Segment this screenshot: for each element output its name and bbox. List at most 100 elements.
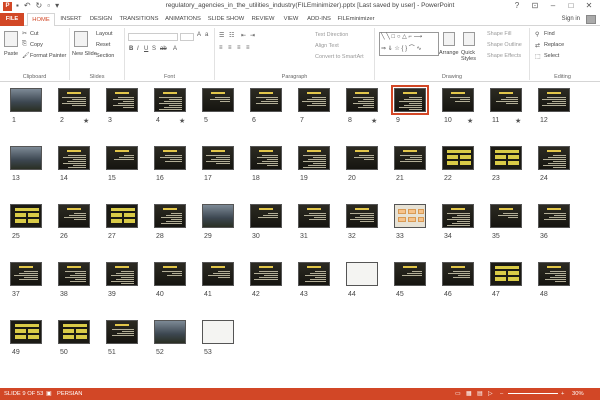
help-icon[interactable]: ? bbox=[508, 0, 526, 12]
slide-thumbnail[interactable] bbox=[106, 146, 138, 170]
font-name-field[interactable] bbox=[128, 33, 178, 41]
slide-thumbnail[interactable] bbox=[154, 320, 186, 344]
slide-thumbnail[interactable] bbox=[154, 88, 186, 112]
new-slide-button[interactable]: New Slide bbox=[72, 51, 97, 57]
slide-thumbnail[interactable] bbox=[538, 88, 570, 112]
slide-thumbnail[interactable] bbox=[490, 204, 522, 228]
quick-styles-button[interactable]: Quick Styles bbox=[461, 50, 481, 62]
slide-thumbnail[interactable] bbox=[58, 204, 90, 228]
slide-thumbnail[interactable] bbox=[442, 262, 474, 286]
bullets-icon[interactable]: ☰ bbox=[219, 32, 224, 39]
tab-slide-show[interactable]: SLIDE SHOW bbox=[206, 13, 246, 26]
justify-icon[interactable]: ≡ bbox=[246, 45, 250, 51]
tab-transitions[interactable]: TRANSITIONS bbox=[118, 13, 160, 26]
convert-smartart-button[interactable]: Convert to SmartArt bbox=[315, 54, 364, 60]
slide-thumbnail[interactable] bbox=[250, 262, 282, 286]
slide-thumbnail[interactable] bbox=[202, 204, 234, 228]
tab-design[interactable]: DESIGN bbox=[87, 13, 115, 26]
decrease-font-icon[interactable]: a bbox=[205, 32, 208, 38]
slide-thumbnail[interactable] bbox=[394, 262, 426, 286]
slide-sorter[interactable]: 1 2 ★ 3 4 ★ 5 6 7 8 ★ 9 10 ★ 11 ★ 12 13 14 15 16 17 18 19 20 21 22… bbox=[0, 82, 600, 388]
reading-view-icon[interactable]: ▤ bbox=[477, 391, 482, 397]
tab-fileminimizer[interactable]: FILEminimizer bbox=[336, 13, 376, 26]
slide-thumbnail[interactable] bbox=[298, 146, 330, 170]
maximize-icon[interactable]: □ bbox=[562, 0, 580, 12]
animation-star-icon[interactable]: ★ bbox=[371, 117, 377, 125]
strikethrough-icon[interactable]: ab bbox=[160, 46, 167, 52]
slide-thumbnail[interactable] bbox=[202, 320, 234, 344]
slide-thumbnail[interactable] bbox=[58, 88, 90, 112]
font-size-field[interactable] bbox=[180, 33, 194, 41]
ribbon-display-options-icon[interactable]: ⊡ bbox=[526, 0, 544, 12]
animation-star-icon[interactable]: ★ bbox=[467, 117, 473, 125]
language-indicator[interactable]: PERSIAN bbox=[57, 391, 82, 397]
arrange-icon[interactable] bbox=[443, 32, 455, 46]
slide-thumbnail[interactable] bbox=[442, 88, 474, 112]
redo-icon[interactable]: ↻ bbox=[36, 1, 43, 10]
font-color-icon[interactable]: A bbox=[173, 46, 177, 52]
slide-thumbnail[interactable] bbox=[394, 146, 426, 170]
replace-button[interactable]: Replace bbox=[544, 42, 564, 48]
slide-thumbnail[interactable] bbox=[154, 204, 186, 228]
slide-thumbnail[interactable] bbox=[490, 146, 522, 170]
format-painter-button[interactable]: Format Painter bbox=[30, 53, 66, 59]
tab-review[interactable]: REVIEW bbox=[249, 13, 277, 26]
avatar[interactable] bbox=[586, 15, 596, 24]
slide-thumbnail[interactable] bbox=[202, 88, 234, 112]
slide-thumbnail[interactable] bbox=[10, 146, 42, 170]
reset-button[interactable]: Reset bbox=[96, 42, 110, 48]
select-button[interactable]: Select bbox=[544, 53, 559, 59]
slide-thumbnail[interactable] bbox=[250, 88, 282, 112]
italic-icon[interactable]: I bbox=[137, 46, 139, 52]
shape-effects-button[interactable]: Shape Effects bbox=[487, 53, 521, 59]
start-slideshow-icon[interactable]: ▫ bbox=[47, 1, 50, 10]
slide-thumbnail[interactable] bbox=[538, 204, 570, 228]
customize-qat-icon[interactable]: ▾ bbox=[55, 1, 59, 10]
section-button[interactable]: Section bbox=[96, 53, 114, 59]
increase-indent-icon[interactable]: ⇥ bbox=[250, 32, 255, 39]
slide-thumbnail[interactable] bbox=[391, 85, 429, 115]
line-shape-icon[interactable]: ╲ ╲ □ ○ △ ⌐ ⟶ bbox=[381, 33, 422, 40]
slide-thumbnail[interactable] bbox=[346, 262, 378, 286]
zoom-slider[interactable] bbox=[508, 393, 558, 394]
slide-sorter-view-icon[interactable]: ▦ bbox=[466, 391, 471, 397]
shadow-icon[interactable]: S bbox=[152, 46, 156, 52]
tab-insert[interactable]: INSERT bbox=[58, 13, 84, 26]
slide-thumbnail[interactable] bbox=[250, 146, 282, 170]
slide-thumbnail[interactable] bbox=[154, 262, 186, 286]
slide-thumbnail[interactable] bbox=[10, 204, 42, 228]
bold-icon[interactable]: B bbox=[129, 46, 133, 52]
slide-thumbnail[interactable] bbox=[106, 320, 138, 344]
sign-in-link[interactable]: Sign in bbox=[562, 16, 580, 22]
slide-thumbnail[interactable] bbox=[10, 262, 42, 286]
zoom-in-icon[interactable]: + bbox=[561, 391, 564, 397]
animation-star-icon[interactable]: ★ bbox=[515, 117, 521, 125]
slide-thumbnail[interactable] bbox=[538, 262, 570, 286]
slide-thumbnail[interactable] bbox=[10, 320, 42, 344]
slide-thumbnail[interactable] bbox=[58, 146, 90, 170]
animation-star-icon[interactable]: ★ bbox=[179, 117, 185, 125]
slide-thumbnail[interactable] bbox=[442, 204, 474, 228]
layout-button[interactable]: Layout bbox=[96, 31, 113, 37]
slide-thumbnail[interactable] bbox=[298, 204, 330, 228]
slide-thumbnail[interactable] bbox=[154, 146, 186, 170]
slide-thumbnail[interactable] bbox=[202, 262, 234, 286]
cut-button[interactable]: Cut bbox=[30, 31, 39, 37]
minimize-icon[interactable]: – bbox=[544, 0, 562, 12]
paste-button[interactable]: Paste bbox=[4, 51, 18, 57]
align-left-icon[interactable]: ≡ bbox=[219, 45, 223, 51]
slide-thumbnail[interactable] bbox=[106, 262, 138, 286]
slide-thumbnail[interactable] bbox=[538, 146, 570, 170]
slide-thumbnail[interactable] bbox=[346, 146, 378, 170]
slide-thumbnail[interactable] bbox=[442, 146, 474, 170]
slide-thumbnail[interactable] bbox=[298, 88, 330, 112]
paste-icon[interactable] bbox=[4, 31, 18, 47]
slide-thumbnail[interactable] bbox=[346, 88, 378, 112]
slide-thumbnail[interactable] bbox=[346, 204, 378, 228]
align-text-button[interactable]: Align Text bbox=[315, 43, 339, 49]
undo-icon[interactable]: ↶ bbox=[24, 1, 31, 10]
copy-button[interactable]: Copy bbox=[30, 42, 43, 48]
tab-animations[interactable]: ANIMATIONS bbox=[163, 13, 203, 26]
normal-view-icon[interactable]: ▭ bbox=[455, 391, 460, 397]
slide-thumbnail[interactable] bbox=[298, 262, 330, 286]
